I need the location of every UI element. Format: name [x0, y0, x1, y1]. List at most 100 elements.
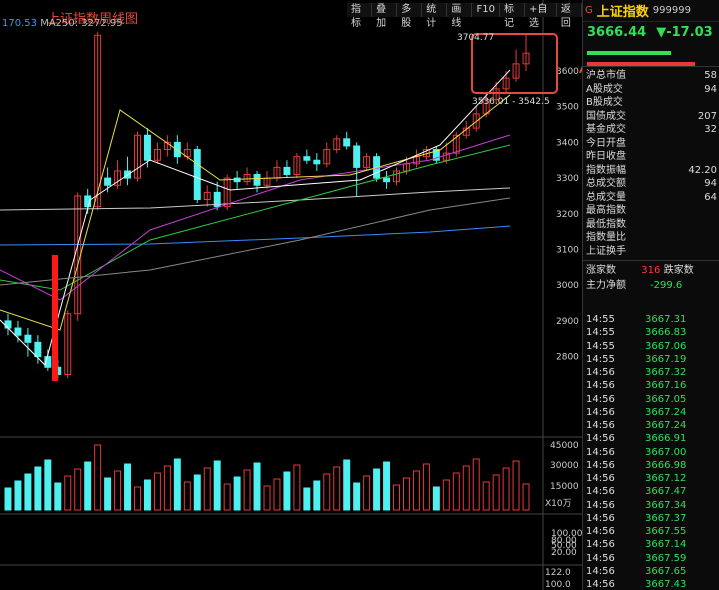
- volume-bar: [412, 470, 420, 511]
- volume-bar: [183, 481, 191, 511]
- toolbar-add-watchlist-button[interactable]: +自选: [525, 3, 557, 29]
- tick-row: 14:56 3667.59: [583, 552, 719, 565]
- tick-price: 3667.65: [645, 565, 687, 577]
- toolbar-f10-button[interactable]: F10: [472, 3, 500, 17]
- quote-panel: G 上证指数 999999 3666.44 ▼-17.03 沪总市值 58 A股成交…: [582, 0, 719, 590]
- candle-body: [303, 156, 311, 161]
- tick-price: 3667.00: [645, 446, 687, 458]
- quote-prefix: G: [585, 5, 593, 16]
- volume-bar: [223, 483, 231, 511]
- tick-row: 14:56 3667.16: [583, 379, 719, 392]
- volume-bar: [363, 475, 371, 511]
- tick-row: 14:56 3667.43: [583, 578, 719, 590]
- buy-sell-bars: [583, 42, 719, 66]
- tick-row: 14:56 3667.12: [583, 472, 719, 485]
- volume-bar: [153, 472, 161, 511]
- quote-header: G 上证指数 999999: [583, 0, 719, 22]
- tick-row: 14:56 3667.05: [583, 393, 719, 406]
- candle-body: [24, 334, 32, 343]
- tick-price: 3666.91: [645, 433, 687, 445]
- tick-price: 3667.16: [645, 380, 687, 392]
- tick-time: 14:55: [586, 314, 615, 325]
- price-axis-tick: 2800: [556, 353, 579, 363]
- quote-info-value: 94: [704, 83, 717, 95]
- quote-info-row: 指数振幅 42.20: [583, 164, 719, 178]
- quote-info-list: 沪总市值 58 A股成交 94 B股成交 国债成交 207 基金成交 32 今日开盘 昨日收盘 指数振…: [583, 69, 719, 258]
- tick-row: 14:55 3666.83: [583, 326, 719, 339]
- price-axis-tick: 3100: [556, 246, 579, 256]
- quote-info-row: 指数量比: [583, 231, 719, 245]
- tick-price: 3667.05: [645, 393, 687, 405]
- quote-name[interactable]: 上证指数: [597, 1, 649, 20]
- volume-axis-tick: 30000: [550, 461, 579, 471]
- volume-bar: [44, 459, 52, 511]
- quote-info-value: [656, 204, 719, 218]
- main-flow-label: 主力净额: [586, 280, 626, 291]
- tick-price: 3666.98: [645, 459, 687, 471]
- tick-price: 3667.19: [645, 353, 687, 365]
- quote-info-label: 指数振幅: [586, 164, 626, 176]
- volume-bar: [243, 469, 251, 511]
- tick-time: 14:56: [586, 433, 615, 445]
- bottom-axis-tick: 100.0: [545, 580, 571, 590]
- tick-price: 3667.06: [645, 340, 687, 352]
- toolbar-stats-button[interactable]: 统计: [422, 3, 448, 29]
- tick-time: 14:56: [586, 565, 615, 577]
- quote-info-value: [656, 137, 719, 151]
- tick-time: 14:56: [586, 446, 615, 458]
- volume-bar: [343, 459, 351, 511]
- quote-info-row: B股成交: [583, 96, 719, 110]
- quote-info-row: 基金成交 32: [583, 123, 719, 137]
- quote-info-label: 最高指数: [586, 205, 626, 216]
- toolbar-multi-stock-button[interactable]: 多股: [397, 3, 423, 29]
- volume-bar: [104, 477, 112, 511]
- tick-row: 14:56 3667.37: [583, 512, 719, 525]
- tick-time: 14:56: [586, 420, 615, 431]
- tick-time: 14:56: [586, 526, 615, 537]
- volume-bar: [472, 458, 480, 511]
- volume-bar: [203, 467, 211, 511]
- volume-bar: [233, 476, 241, 511]
- ma250-label: MA250: 3272.95: [40, 18, 123, 29]
- tick-row: 14:56 3666.91: [583, 432, 719, 445]
- quote-info-label: 总成交量: [586, 191, 626, 203]
- ma-left-value: 170.53: [2, 18, 37, 29]
- quote-code: 999999: [652, 5, 691, 16]
- volume-bar: [94, 444, 102, 511]
- toolbar-draw-button[interactable]: 画线: [447, 3, 473, 29]
- quote-info-label: 国债成交: [586, 110, 626, 122]
- kline-svg[interactable]: 3600 3500 3400 3300 3200 3100 3000 2900 2800 4500…: [0, 0, 597, 590]
- candle-body: [193, 149, 201, 201]
- tick-row: 14:56 3667.65: [583, 565, 719, 578]
- main-flow-row: 主力净额 -299.6: [583, 278, 719, 293]
- tick-time: 14:56: [586, 393, 615, 405]
- quote-info-value: 64: [704, 191, 717, 203]
- quote-info-value: 42.20: [688, 164, 717, 176]
- candle-body: [14, 327, 22, 336]
- volume-unit-label: X10万: [545, 499, 572, 509]
- volume-bar: [173, 458, 181, 511]
- quote-info-label: 基金成交: [586, 124, 626, 135]
- quote-info-value: [656, 231, 719, 245]
- toolbar-indicator-button[interactable]: 指标: [347, 3, 373, 29]
- volume-bar: [143, 479, 151, 511]
- axis-labels-group: 3600 3500 3400 3300 3200 3100 3000 2900 2800 4500…: [545, 67, 583, 590]
- toolbar-overlay-button[interactable]: 叠加: [372, 3, 398, 29]
- quote-price-row: 3666.44 ▼-17.03: [583, 22, 719, 42]
- quote-info-label: 总成交额: [586, 178, 626, 189]
- tick-time: 14:56: [586, 473, 615, 484]
- ma-lines-group: [0, 69, 511, 366]
- tick-time: 14:56: [586, 512, 615, 524]
- tick-time: 14:56: [586, 539, 615, 551]
- quote-info-row: 上证换手: [583, 245, 719, 259]
- toolbar-back-button[interactable]: 返回: [556, 3, 582, 29]
- kline-chart[interactable]: 3600 3500 3400 3300 3200 3100 3000 2900 2800 4500…: [0, 0, 597, 590]
- volume-bar: [124, 463, 132, 511]
- candle-body: [4, 320, 12, 329]
- tick-time: 14:56: [586, 380, 615, 392]
- tick-list[interactable]: 14:55 3667.31 14:55 3666.83 14:55 3667.06 14:5…: [583, 313, 719, 590]
- tick-row: 14:56 3667.14: [583, 538, 719, 551]
- ma-legend: 170.53 MA250: 3272.95: [2, 18, 123, 29]
- candle-body: [383, 177, 391, 183]
- toolbar-mark-button[interactable]: 标记: [499, 3, 526, 29]
